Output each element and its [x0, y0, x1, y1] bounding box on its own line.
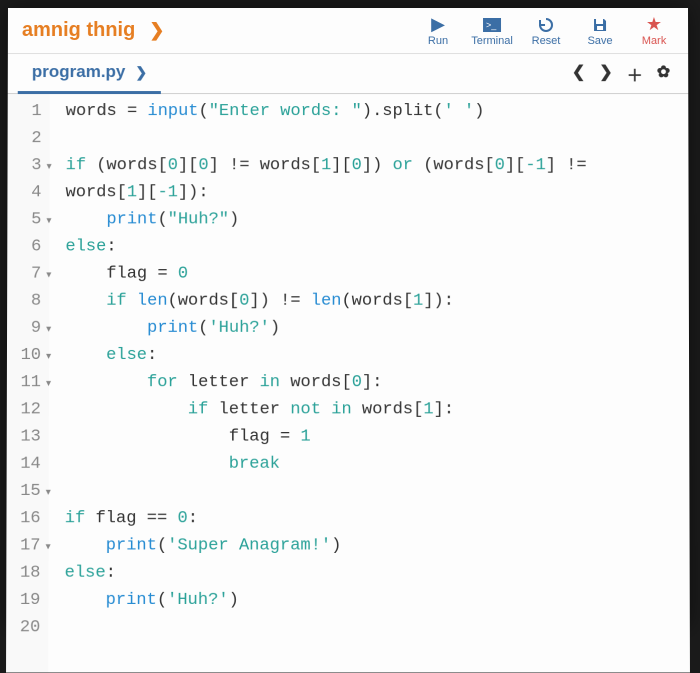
chevron-right-icon: ❯ — [135, 64, 147, 81]
mark-button[interactable]: ★ Mark — [630, 8, 678, 52]
line-gutter: 1 2 3 4 5 6 7 8 9 10 11 12 13 14 15 16 1… — [6, 94, 50, 673]
prev-button[interactable]: ❮ — [572, 62, 585, 86]
lesson-nav-button[interactable]: amnig thnig ❯ — [8, 8, 179, 53]
terminal-icon: >_ — [483, 14, 501, 34]
svg-text:>_: >_ — [486, 19, 497, 29]
add-tab-button[interactable]: ＋ — [627, 62, 643, 86]
next-button[interactable]: ❯ — [599, 62, 612, 86]
code-editor[interactable]: 1 2 3 4 5 6 7 8 9 10 11 12 13 14 15 16 1… — [6, 94, 690, 673]
star-icon: ★ — [646, 14, 662, 34]
file-tab-label: program.py — [32, 62, 126, 82]
undo-icon — [537, 14, 555, 34]
terminal-button[interactable]: >_ Terminal — [468, 8, 516, 52]
lesson-title: amnig thnig — [22, 19, 135, 42]
file-tab[interactable]: program.py ❯ — [18, 54, 161, 94]
code-body[interactable]: words = input("Enter words: ").split(' '… — [48, 94, 598, 673]
gear-icon[interactable]: ✿ — [657, 62, 670, 86]
run-button[interactable]: ▶ Run — [414, 8, 462, 52]
save-icon — [592, 14, 608, 34]
chevron-right-icon: ❯ — [149, 20, 164, 41]
reset-button[interactable]: Reset — [522, 8, 570, 52]
play-icon: ▶ — [431, 14, 445, 34]
save-button[interactable]: Save — [576, 8, 624, 52]
